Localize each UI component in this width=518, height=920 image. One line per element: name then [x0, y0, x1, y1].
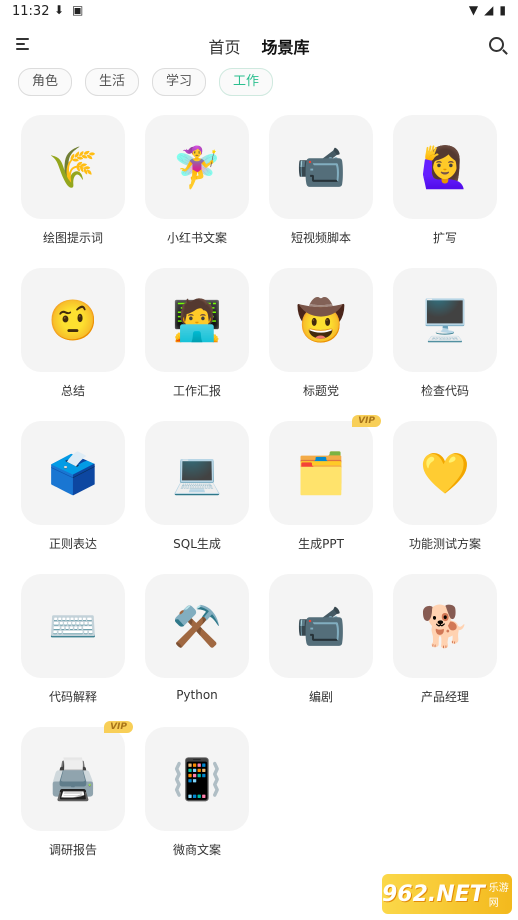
- scene-label: 工作汇报: [172, 384, 221, 398]
- scene-card[interactable]: 🧚‍♀️ 小红书文案: [145, 115, 249, 246]
- video-camera-icon: 📹: [296, 603, 346, 650]
- scene-tile[interactable]: 🤠: [269, 268, 373, 372]
- laptop-icon: 💻: [172, 450, 222, 497]
- scene-label: 标题党: [302, 384, 339, 398]
- scene-card[interactable]: 🤠 标题党: [269, 268, 373, 399]
- scene-card[interactable]: 🧑‍💻 工作汇报: [145, 268, 249, 399]
- hammer-and-pick-icon: ⚒️: [172, 603, 222, 650]
- scene-card[interactable]: 🐕 产品经理: [393, 574, 497, 705]
- download-icon: ⬇: [54, 3, 65, 17]
- watermark-logo: 962.NET 乐游网: [382, 874, 512, 914]
- video-camera-icon: 📹: [296, 144, 346, 191]
- technologist-icon: 🧑‍💻: [172, 297, 222, 344]
- scene-card[interactable]: 🗳️ 正则表达: [21, 421, 125, 552]
- chip-study[interactable]: 学习: [152, 68, 207, 96]
- chip-work[interactable]: 工作: [219, 68, 274, 96]
- dog-icon: 🐕: [420, 603, 470, 650]
- scene-tile[interactable]: 🗳️: [21, 421, 125, 525]
- scene-tile[interactable]: 💛: [393, 421, 497, 525]
- scene-tile[interactable]: 🧚‍♀️: [145, 115, 249, 219]
- scene-card[interactable]: 🤨 总结: [21, 268, 125, 399]
- scene-tile[interactable]: 📹: [269, 115, 373, 219]
- scene-tile[interactable]: 🗂️ VIP: [269, 415, 381, 525]
- printer-icon: 🖨️: [48, 756, 98, 803]
- header: 首页 场景库: [0, 28, 518, 64]
- scene-tile[interactable]: 💻: [145, 421, 249, 525]
- scene-card[interactable]: 🖥️ 检查代码: [393, 268, 497, 399]
- category-chips: 角色 生活 学习 工作: [18, 68, 274, 96]
- scene-label: 正则表达: [48, 537, 97, 551]
- vip-badge: VIP: [352, 415, 381, 427]
- ballot-box-icon: 🗳️: [48, 450, 98, 497]
- scene-label: 短视频脚本: [290, 231, 351, 245]
- scene-label: Python: [176, 688, 218, 702]
- scene-tile[interactable]: 📹: [269, 574, 373, 678]
- scene-card[interactable]: 📳 微商文案: [145, 727, 249, 858]
- scene-label: 扩写: [432, 231, 457, 245]
- scene-tile[interactable]: 🖨️ VIP: [21, 721, 133, 831]
- scene-card[interactable]: ⌨️ 代码解释: [21, 574, 125, 705]
- wifi-icon: ▼: [468, 3, 479, 17]
- tab-home[interactable]: 首页: [208, 34, 240, 58]
- scene-label: 小红书文案: [166, 231, 227, 245]
- card-index-dividers-icon: 🗂️: [296, 450, 346, 497]
- scene-label: 生成PPT: [298, 537, 344, 551]
- desktop-computer-icon: 🖥️: [420, 297, 470, 344]
- vibration-mode-icon: 📳: [172, 756, 222, 803]
- scene-tile[interactable]: 📳: [145, 727, 249, 831]
- scene-card[interactable]: ⚒️ Python: [145, 574, 249, 702]
- scene-card[interactable]: 🙋‍♀️ 扩写: [393, 115, 497, 246]
- scene-tile[interactable]: 🤨: [21, 268, 125, 372]
- scene-label: 产品经理: [420, 690, 469, 704]
- scene-tile[interactable]: 🌾: [21, 115, 125, 219]
- scene-tile[interactable]: ⚒️: [145, 574, 249, 678]
- tab-scene-library[interactable]: 场景库: [262, 34, 310, 58]
- scene-label: 微商文案: [172, 843, 221, 857]
- scene-tile[interactable]: 🧑‍💻: [145, 268, 249, 372]
- status-bar: 11:32 ⬇ ▣ ▼ ◢ ▮: [0, 0, 518, 24]
- thinking-face-icon: 🤨: [48, 297, 98, 344]
- scene-card[interactable]: 🌾 绘图提示词: [21, 115, 125, 246]
- signal-icon: ◢: [484, 3, 494, 17]
- chip-life[interactable]: 生活: [85, 68, 140, 96]
- scene-card[interactable]: 🖨️ VIP 调研报告: [21, 721, 133, 858]
- top-tabs: 首页 场景库: [0, 34, 518, 58]
- chip-role[interactable]: 角色: [18, 68, 73, 96]
- scene-tile[interactable]: 🙋‍♀️: [393, 115, 497, 219]
- vip-badge: VIP: [104, 721, 133, 733]
- status-time: 11:32: [12, 4, 50, 19]
- scene-label: 检查代码: [420, 384, 469, 398]
- scene-card[interactable]: 💻 SQL生成: [145, 421, 249, 552]
- scene-tile[interactable]: 🐕: [393, 574, 497, 678]
- scene-label: 代码解释: [48, 690, 97, 704]
- fairy-icon: 🧚‍♀️: [172, 144, 222, 191]
- scene-card[interactable]: 💛 功能测试方案: [393, 421, 497, 552]
- scene-label: 绘图提示词: [42, 231, 103, 245]
- scene-label: 调研报告: [48, 843, 97, 857]
- battery-icon: ▮: [499, 3, 506, 17]
- scene-tile[interactable]: ⌨️: [21, 574, 125, 678]
- scene-label: 编剧: [308, 690, 333, 704]
- watermark-main: 962.NET: [382, 881, 485, 907]
- status-icons: ▼ ◢ ▮: [469, 3, 506, 17]
- scene-label: 功能测试方案: [408, 537, 481, 551]
- scene-label: 总结: [60, 384, 85, 398]
- yellow-heart-icon: 💛: [420, 450, 470, 497]
- scene-card[interactable]: 📹 编剧: [269, 574, 373, 705]
- notification-icon: ▣: [72, 3, 84, 17]
- scene-card[interactable]: 📹 短视频脚本: [269, 115, 373, 246]
- scene-tile[interactable]: 🖥️: [393, 268, 497, 372]
- wheat-icon: 🌾: [48, 144, 98, 191]
- search-icon[interactable]: [489, 37, 504, 52]
- watermark-sub: 乐游网: [488, 883, 509, 909]
- cowboy-face-icon: 🤠: [296, 297, 346, 344]
- scene-card[interactable]: 🗂️ VIP 生成PPT: [269, 415, 381, 552]
- keyboard-icon: ⌨️: [48, 603, 98, 650]
- raising-hand-icon: 🙋‍♀️: [420, 144, 470, 191]
- scene-label: SQL生成: [173, 537, 221, 551]
